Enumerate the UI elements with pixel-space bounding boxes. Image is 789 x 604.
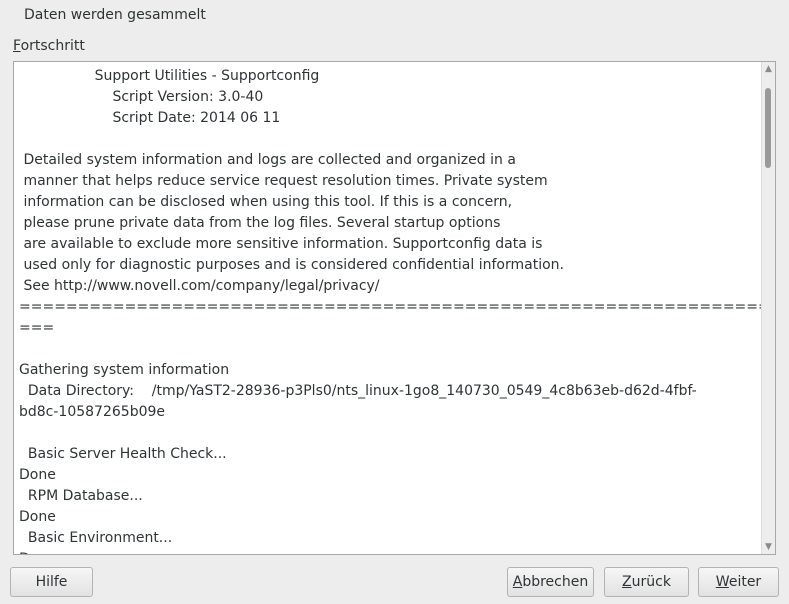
back-mnemonic: Z <box>622 574 632 590</box>
next-button[interactable]: Weiter <box>698 567 779 597</box>
log-line: See http://www.novell.com/company/legal/… <box>19 278 380 294</box>
log-line: Support Utilities - Supportconfig <box>19 68 320 84</box>
log-line: === <box>19 320 55 336</box>
log-line: are available to exclude more sensitive … <box>19 236 543 252</box>
abort-mnemonic: A <box>512 574 523 590</box>
log-line: used only for diagnostic purposes and is… <box>19 257 564 273</box>
help-button[interactable]: Hilfe <box>10 567 93 597</box>
log-line: Done <box>19 467 56 483</box>
scrollbar-thumb[interactable] <box>765 88 771 168</box>
log-line: Script Version: 3.0-40 <box>19 89 264 105</box>
scroll-up-arrow-icon[interactable]: ▲ <box>762 62 775 76</box>
progress-label-mnemonic: F <box>13 38 21 54</box>
log-line: please prune private data from the log f… <box>19 215 501 231</box>
scroll-down-arrow-icon[interactable]: ▼ <box>762 540 775 554</box>
log-text: Support Utilities - Supportconfig Script… <box>14 62 762 554</box>
log-line: RPM Database... <box>19 488 143 504</box>
log-output-area[interactable]: Support Utilities - Supportconfig Script… <box>13 61 776 555</box>
next-mnemonic: W <box>715 574 729 590</box>
back-button-label: urück <box>631 574 671 590</box>
help-button-label: Hilfe <box>35 574 68 590</box>
progress-label-text: ortschritt <box>20 38 85 54</box>
log-line: Data Directory: /tmp/YaST2-28936-p3Pls0/… <box>19 383 697 399</box>
log-line: bd8c-10587265b09e <box>19 404 166 420</box>
back-button[interactable]: Zurück <box>604 567 689 597</box>
log-line: manner that helps reduce service request… <box>19 173 548 189</box>
log-line: Script Date: 2014 06 11 <box>19 110 281 126</box>
log-line: Gathering system information <box>19 362 230 378</box>
next-button-label: eiter <box>728 574 762 590</box>
log-line: Done <box>19 509 56 525</box>
dialog-title: Daten werden gesammelt <box>24 7 206 23</box>
log-line: Done <box>19 549 762 554</box>
progress-group-label: Fortschritt <box>13 38 85 54</box>
log-line: Detailed system information and logs are… <box>19 152 516 168</box>
log-line: ========================================… <box>19 299 762 315</box>
log-line: Basic Environment... <box>19 530 173 546</box>
log-line: information can be disclosed when using … <box>19 194 513 210</box>
log-scrollbar[interactable]: ▲ ▼ <box>761 62 775 554</box>
abort-button-label: bbrechen <box>522 574 589 590</box>
log-line: Basic Server Health Check... <box>19 446 227 462</box>
abort-button[interactable]: Abbrechen <box>507 567 594 597</box>
supportconfig-dialog: Daten werden gesammelt Fortschritt Suppo… <box>0 0 789 604</box>
